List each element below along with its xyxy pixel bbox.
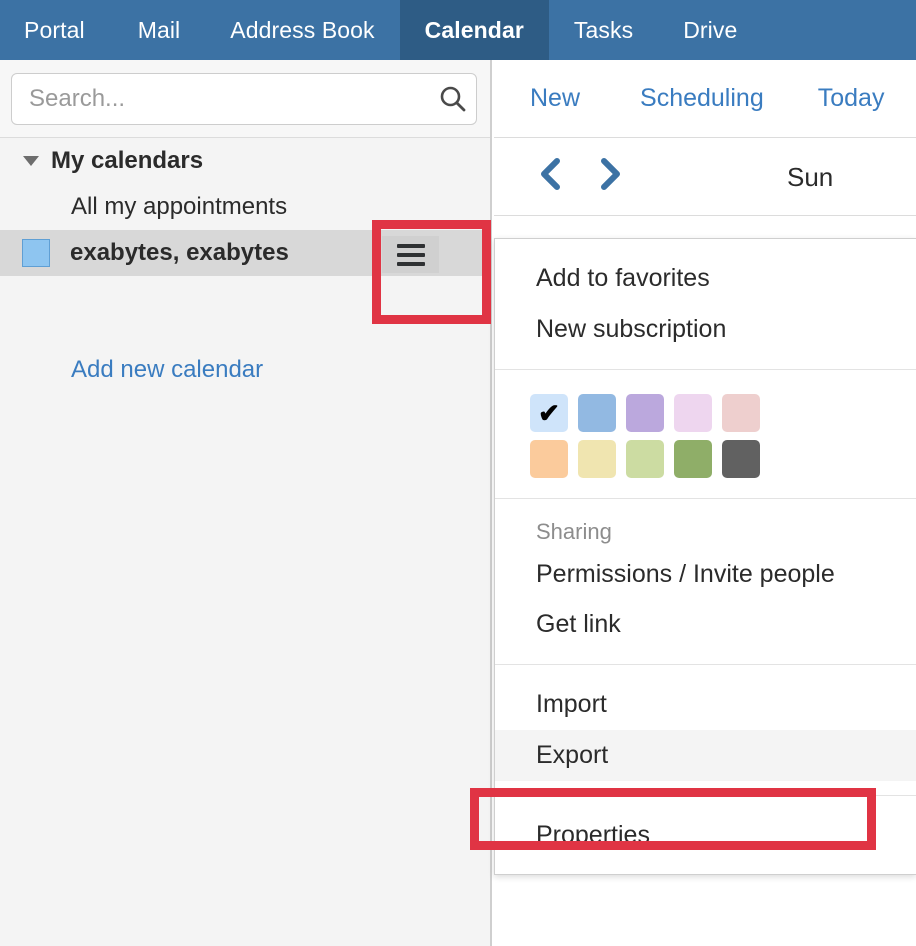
color-swatch-pink[interactable]: [722, 393, 760, 432]
sidebar: My calendars All my appointments exabyte…: [0, 60, 492, 946]
hamburger-menu-button[interactable]: [382, 236, 439, 273]
color-swatch-blue[interactable]: [578, 393, 616, 432]
menu-item-export[interactable]: Export: [495, 729, 916, 781]
sidebar-group-my-calendars[interactable]: My calendars: [0, 138, 490, 184]
day-column-header: Sun: [787, 161, 834, 192]
app-root: Portal Mail Address Book Calendar Tasks …: [0, 0, 916, 946]
calendar-day-navigation: Sun: [494, 139, 916, 215]
menu-item-import[interactable]: Import: [495, 679, 916, 730]
sidebar-item-exabytes-label: exabytes, exabytes: [70, 239, 289, 266]
color-swatch-dark-gray[interactable]: [722, 439, 760, 478]
nav-tab-address-book-label: Address Book: [230, 16, 375, 43]
menu-item-add-to-favorites[interactable]: Add to favorites: [495, 253, 916, 304]
menu-item-get-link[interactable]: Get link: [495, 599, 916, 650]
nav-tab-tasks-label: Tasks: [573, 16, 634, 43]
chevron-left-icon[interactable]: [538, 157, 564, 197]
sidebar-group-title: My calendars: [51, 147, 204, 174]
calendar-color-swatch-icon: [22, 239, 50, 267]
color-swatch-row-2: [530, 439, 916, 478]
top-navigation-bar: Portal Mail Address Book Calendar Tasks …: [0, 0, 916, 60]
sidebar-item-all-my-appointments[interactable]: All my appointments: [0, 184, 490, 230]
sidebar-item-all-my-appointments-label: All my appointments: [71, 193, 288, 220]
search-box[interactable]: [11, 73, 477, 125]
hamburger-icon: [396, 241, 425, 268]
menu-item-permissions-invite-people[interactable]: Permissions / Invite people: [495, 549, 916, 600]
menu-section-properties: Properties: [495, 796, 916, 875]
color-swatch-light-blue-selected[interactable]: ✔: [530, 393, 568, 432]
calendar-context-menu: Add to favorites New subscription ✔ Shar…: [494, 238, 916, 876]
color-swatch-purple[interactable]: [626, 393, 664, 432]
color-swatch-yellow[interactable]: [578, 439, 616, 478]
menu-item-properties[interactable]: Properties: [495, 810, 916, 861]
chevron-right-icon[interactable]: [597, 157, 623, 197]
caret-down-icon[interactable]: [22, 155, 44, 167]
scheduling-button[interactable]: Scheduling: [640, 84, 764, 113]
menu-section-general: Add to favorites New subscription: [495, 239, 916, 370]
menu-section-sharing: Sharing Permissions / Invite people Get …: [495, 499, 916, 665]
nav-tab-calendar[interactable]: Calendar: [399, 0, 549, 60]
nav-tab-drive[interactable]: Drive: [658, 0, 762, 60]
color-swatch-green[interactable]: [674, 439, 712, 478]
nav-tab-mail-label: Mail: [137, 16, 181, 43]
color-swatch-light-green[interactable]: [626, 439, 664, 478]
add-new-calendar-link[interactable]: Add new calendar: [71, 356, 263, 384]
nav-tab-tasks[interactable]: Tasks: [549, 0, 658, 60]
nav-tab-address-book[interactable]: Address Book: [205, 0, 399, 60]
search-input[interactable]: [12, 74, 430, 124]
search-bar-container: [0, 60, 490, 138]
menu-section-colors: ✔: [495, 370, 916, 499]
calendar-grid-divider: [494, 215, 916, 216]
menu-section-sharing-label: Sharing: [536, 518, 612, 544]
calendar-toolbar: New Scheduling Today: [494, 60, 916, 138]
nav-tab-mail[interactable]: Mail: [113, 0, 206, 60]
nav-tab-drive-label: Drive: [683, 16, 738, 43]
color-swatch-lavender[interactable]: [674, 393, 712, 432]
nav-tab-portal-label: Portal: [24, 16, 85, 43]
menu-section-import-export: Import Export: [495, 665, 916, 796]
sidebar-item-exabytes[interactable]: exabytes, exabytes: [0, 230, 490, 276]
color-swatch-orange[interactable]: [530, 439, 568, 478]
color-swatch-row-1: ✔: [530, 393, 916, 432]
nav-tab-portal[interactable]: Portal: [0, 0, 113, 60]
check-icon: ✔: [538, 397, 560, 428]
new-button[interactable]: New: [530, 84, 580, 113]
search-icon[interactable]: [430, 74, 476, 124]
color-picker-grid: ✔: [495, 384, 916, 484]
today-button[interactable]: Today: [818, 84, 885, 113]
calendar-tree: My calendars All my appointments exabyte…: [0, 138, 490, 383]
nav-tab-calendar-label: Calendar: [424, 16, 524, 43]
menu-item-new-subscription[interactable]: New subscription: [495, 304, 916, 355]
